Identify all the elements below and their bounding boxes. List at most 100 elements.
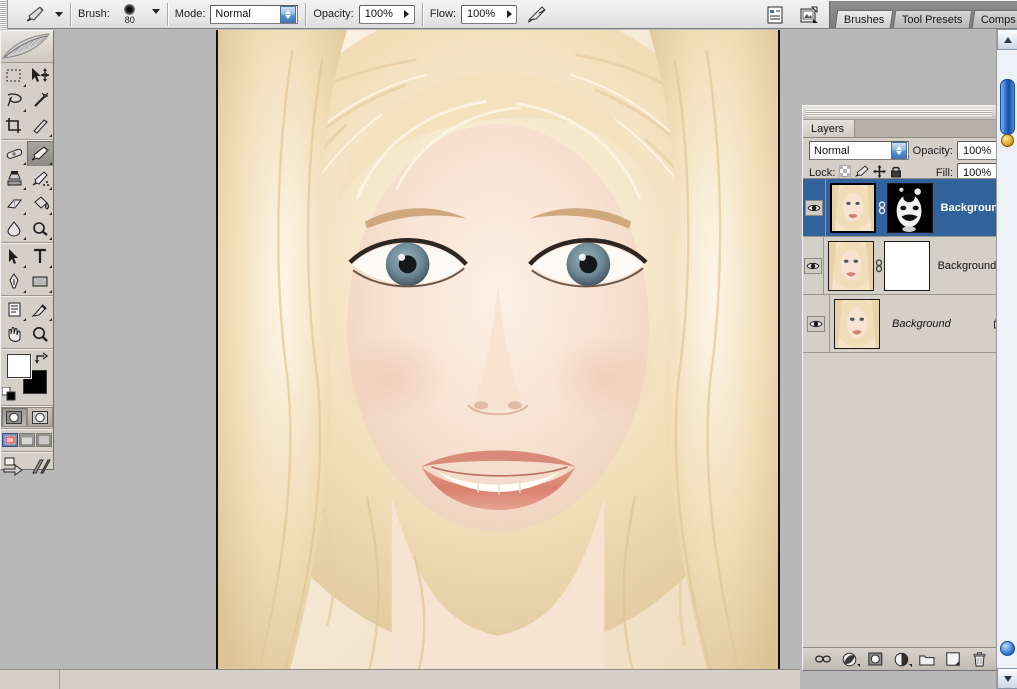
tool-brush[interactable] <box>27 141 53 166</box>
tool-blur[interactable] <box>1 216 27 241</box>
layer-visibility-toggle[interactable] <box>803 295 830 352</box>
palette-well-button[interactable] <box>763 3 787 27</box>
divider <box>1 295 53 296</box>
window-vertical-scrollbar[interactable] <box>996 29 1017 689</box>
link-layers-button[interactable] <box>815 651 831 667</box>
tool-magic-wand[interactable] <box>27 88 53 113</box>
blend-mode-select[interactable]: Normal <box>210 4 299 24</box>
foreground-color-swatch[interactable] <box>7 354 31 378</box>
flyout-corner-icon <box>49 290 52 293</box>
eye-icon <box>809 320 823 327</box>
new-group-button[interactable] <box>919 651 935 667</box>
tool-crop[interactable] <box>1 113 27 138</box>
tool-history-brush[interactable] <box>27 166 53 191</box>
layer-row[interactable]: Background c... <box>803 237 1014 295</box>
tool-eyedropper[interactable] <box>27 297 53 322</box>
link-indicator-icon[interactable] <box>876 200 886 215</box>
photoshop-logo <box>1 31 53 63</box>
layer-blend-mode-select[interactable]: Normal <box>809 141 909 160</box>
new-layer-button[interactable] <box>945 651 961 667</box>
default-colors-icon[interactable] <box>2 387 16 401</box>
tab-layers-label: Layers <box>811 122 845 135</box>
image-canvas[interactable] <box>216 30 780 684</box>
full-screen-mode-button[interactable] <box>36 433 52 447</box>
layer-thumbnail-image <box>828 241 873 290</box>
layer-row[interactable]: Background <box>803 295 1014 353</box>
layer-list[interactable]: Background... Background c... Background <box>803 178 1014 646</box>
tool-pen[interactable] <box>1 269 27 294</box>
link-indicator-icon[interactable] <box>874 258 884 273</box>
notes-icon <box>8 302 20 317</box>
current-tool-preset-icon[interactable] <box>22 3 48 25</box>
well-tab-tool-presets[interactable]: Tool Presets <box>893 10 973 28</box>
brush-preset-preview[interactable]: 80 <box>115 1 145 27</box>
panel-drag-grip[interactable] <box>806 109 992 116</box>
tool-path-selection[interactable] <box>1 244 27 269</box>
tool-preset-picker-arrow[interactable] <box>55 11 63 17</box>
options-bar-grip[interactable] <box>0 0 8 29</box>
opacity-input[interactable]: 100% <box>358 4 415 24</box>
flyout-corner-icon <box>49 237 52 240</box>
brush-size-value: 80 <box>124 14 135 25</box>
add-layer-style-button[interactable] <box>841 651 860 667</box>
layer-mask-thumbnail[interactable] <box>886 182 933 233</box>
swap-colors-icon[interactable] <box>34 352 48 366</box>
new-adjustment-layer-button[interactable] <box>893 651 912 667</box>
scroll-thumb[interactable] <box>1000 79 1015 135</box>
well-tab-comps[interactable]: Comps <box>971 10 1017 28</box>
standard-mode-button[interactable] <box>1 407 27 427</box>
magic-wand-icon <box>33 92 48 107</box>
layers-panel-titlebar[interactable] <box>803 106 1014 120</box>
add-layer-mask-button[interactable] <box>867 651 883 667</box>
file-browser-button[interactable] <box>797 3 821 27</box>
layer-thumbnail[interactable] <box>834 298 880 349</box>
blend-mode-spinner[interactable] <box>280 5 297 23</box>
tool-zoom[interactable] <box>27 322 53 347</box>
well-tab-brushes[interactable]: Brushes <box>834 10 894 28</box>
tool-notes[interactable] <box>1 297 27 322</box>
layer-mask-thumbnail[interactable] <box>883 240 930 291</box>
scroll-up-button[interactable] <box>997 29 1017 50</box>
layer-thumbnail[interactable] <box>827 240 874 291</box>
jump-to-imageready-button[interactable] <box>1 453 53 479</box>
tool-rectangular-marquee[interactable] <box>1 63 27 88</box>
brush-picker-arrow[interactable] <box>151 8 160 14</box>
tool-hand[interactable] <box>1 322 27 347</box>
layer-name[interactable]: Background <box>892 318 993 330</box>
opacity-slider-arrow[interactable] <box>400 10 414 18</box>
tool-eraser[interactable] <box>1 191 27 216</box>
flow-slider-arrow[interactable] <box>502 10 516 18</box>
delete-layer-button[interactable] <box>971 651 987 667</box>
divider <box>421 2 423 26</box>
layer-thumbnail[interactable] <box>830 182 877 233</box>
tool-clone-stamp[interactable] <box>1 166 27 191</box>
dock-collapse-button[interactable] <box>1001 134 1014 147</box>
tool-slice[interactable] <box>27 113 53 138</box>
flow-input[interactable]: 100% <box>461 4 518 24</box>
layer-visibility-toggle[interactable] <box>803 179 827 236</box>
quick-mask-mode-button[interactable] <box>27 407 53 427</box>
layer-mask-image <box>887 183 932 232</box>
magnifier-icon <box>32 326 48 342</box>
divider <box>1 242 53 243</box>
tool-healing-brush[interactable] <box>1 141 27 166</box>
layer-blend-mode-spinner[interactable] <box>890 142 907 159</box>
scroll-down-button[interactable] <box>997 668 1017 689</box>
tool-paint-bucket[interactable] <box>27 191 53 216</box>
scroll-secondary-thumb[interactable] <box>1000 641 1015 656</box>
layer-visibility-toggle[interactable] <box>803 237 824 294</box>
layer-row[interactable]: Background... <box>803 179 1014 237</box>
zoom-level-field[interactable] <box>0 670 60 689</box>
tool-dodge[interactable] <box>27 216 53 241</box>
tab-layers[interactable]: Layers <box>803 120 856 137</box>
full-screen-with-menubar-button[interactable] <box>19 433 35 447</box>
flyout-corner-icon <box>23 109 26 112</box>
standard-screen-mode-button[interactable] <box>2 433 18 447</box>
palette-well: Brushes Tool Presets Comps <box>829 1 1017 28</box>
tool-lasso[interactable] <box>1 88 27 113</box>
airbrush-toggle-button[interactable] <box>525 2 549 26</box>
tool-shape[interactable] <box>27 269 53 294</box>
divider <box>166 2 168 26</box>
tool-type[interactable] <box>27 244 53 269</box>
tool-move[interactable] <box>27 63 53 88</box>
